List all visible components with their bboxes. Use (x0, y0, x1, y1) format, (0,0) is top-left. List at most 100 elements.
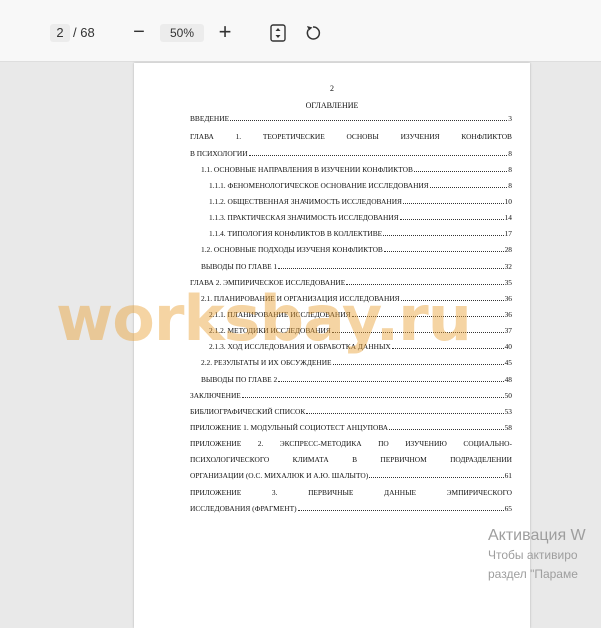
toc-entry[interactable]: 2.1.1. ПЛАНИРОВАНИЕ ИССЛЕДОВАНИЯ 36 (209, 310, 512, 320)
toc-entry[interactable]: 1.2. ОСНОВНЫЕ ПОДХОДЫ ИЗУЧЕНЯ КОНФЛИКТОВ… (201, 245, 512, 255)
zoom-in-button[interactable]: + (213, 19, 237, 45)
toc-leader (400, 294, 504, 301)
toc-entry[interactable]: ЗАКЛЮЧЕНИЕ 50 (190, 391, 512, 401)
toc-entry-title: ГЛАВА 2. ЭМПИРИЧЕСКОЕ ИССЛЕДОВАНИЕ (190, 278, 346, 287)
toc-entry-page: 53 (504, 407, 512, 416)
toc-entry-page: 40 (504, 342, 512, 351)
fit-page-button[interactable] (269, 23, 287, 43)
toc-entry-title: 2.2. РЕЗУЛЬТАТЫ И ИХ ОБСУЖДЕНИЕ (201, 358, 332, 367)
toc-entry[interactable]: ВВЕДЕНИЕ 3 (190, 114, 512, 124)
toc-entry-page: 28 (504, 245, 512, 254)
zoom-level[interactable]: 50% (160, 24, 204, 42)
toc-entry-title: 1.2. ОСНОВНЫЕ ПОДХОДЫ ИЗУЧЕНЯ КОНФЛИКТОВ (201, 245, 383, 254)
toc-entry-title: ВЫВОДЫ ПО ГЛАВЕ 2 (201, 375, 278, 384)
toc-entry[interactable]: ВЫВОДЫ ПО ГЛАВЕ 2 48 (201, 375, 512, 385)
toc-leader (230, 114, 508, 121)
total-pages: / 68 (73, 25, 95, 40)
toc-entry-page: 8 (508, 165, 512, 174)
toc-leader (389, 423, 504, 430)
toc-entry-title: 1.1.1. ФЕНОМЕНОЛОГИЧЕСКОЕ ОСНОВАНИЕ ИССЛ… (209, 181, 429, 190)
toc-entry-page: 61 (504, 471, 512, 480)
toc-entry[interactable]: 1.1. ОСНОВНЫЕ НАПРАВЛЕНИЯ В ИЗУЧЕНИИ КОН… (201, 165, 512, 175)
toc-entry-title: БИБЛИОГРАФИЧЕСКИЙ СПИСОК (190, 407, 306, 416)
toc-entry[interactable]: 1.1.4. ТИПОЛОГИЯ КОНФЛИКТОВ В КОЛЛЕКТИВЕ… (209, 229, 512, 239)
toc-entry-title: ЗАКЛЮЧЕНИЕ (190, 391, 241, 400)
toc-entry[interactable]: 2.2. РЕЗУЛЬТАТЫ И ИХ ОБСУЖДЕНИЕ 45 (201, 358, 512, 368)
toc-entry-title: 2.1.1. ПЛАНИРОВАНИЕ ИССЛЕДОВАНИЯ (209, 310, 351, 319)
toc-leader (248, 149, 508, 156)
toc-entry-title: ОРГАНИЗАЦИИ (О.С. МИХАЛЮК И А.Ю. ШАЛЫТО) (190, 471, 369, 480)
rotate-icon (306, 26, 321, 40)
toc-entry-page: 36 (504, 294, 512, 303)
toc-leader (332, 358, 504, 365)
toc-entry-title: 1.1. ОСНОВНЫЕ НАПРАВЛЕНИЯ В ИЗУЧЕНИИ КОН… (201, 165, 413, 174)
toc-leader (241, 391, 504, 398)
pdf-toolbar: 2 / 68 − 50% + (0, 0, 601, 62)
toc-leader (351, 310, 504, 317)
toc-entry-title: 2.1.2. МЕТОДИКИ ИССЛЕДОВАНИЯ (209, 326, 331, 335)
current-page-input[interactable]: 2 (50, 24, 70, 42)
toc-entry[interactable]: ВЫВОДЫ ПО ГЛАВЕ 1 32 (201, 262, 512, 272)
fit-page-icon (270, 24, 286, 42)
toc-entry-title: 1.1.3. ПРАКТИЧЕСКАЯ ЗНАЧИМОСТЬ ИССЛЕДОВА… (209, 213, 399, 222)
toc-entry-page: 32 (504, 262, 512, 271)
toc-entry[interactable]: ОРГАНИЗАЦИИ (О.С. МИХАЛЮК И А.Ю. ШАЛЫТО)… (190, 471, 512, 481)
toc-entry-title: 1.1.2. ОБЩЕСТВЕННАЯ ЗНАЧИМОСТЬ ИССЛЕДОВА… (209, 197, 402, 206)
toc-entry-title: 1.1.4. ТИПОЛОГИЯ КОНФЛИКТОВ В КОЛЛЕКТИВЕ (209, 229, 383, 238)
toc-leader (383, 229, 504, 236)
toc-leader (413, 165, 508, 172)
toc-entry-page: 35 (504, 278, 512, 287)
toc-leader (278, 262, 504, 269)
toc-leader (297, 504, 504, 511)
toc-entry-page: 3 (508, 114, 512, 123)
toc-entry-title: ВВЕДЕНИЕ (190, 114, 230, 123)
toc-entry[interactable]: ПРИЛОЖЕНИЕ 1. МОДУЛЬНЫЙ СОЦИОТЕСТ АНЦУПО… (190, 423, 512, 433)
toc-entry[interactable]: ГЛАВА 2. ЭМПИРИЧЕСКОЕ ИССЛЕДОВАНИЕ 35 (190, 278, 512, 288)
page-number: 2 (330, 84, 334, 93)
toc-entry-title[interactable]: ГЛАВА 1. ТЕОРЕТИЧЕСКИЕ ОСНОВЫ ИЗУЧЕНИЯ К… (190, 132, 512, 142)
toc-entry[interactable]: ИССЛЕДОВАНИЯ (ФРАГМЕНТ) 65 (190, 504, 512, 514)
toc-entry[interactable]: В ПСИХОЛОГИИ 8 (190, 149, 512, 159)
toc-entry-title: В ПСИХОЛОГИИ (190, 149, 248, 158)
toc-entry[interactable]: БИБЛИОГРАФИЧЕСКИЙ СПИСОК 53 (190, 407, 512, 417)
toc-entry[interactable]: 1.1.3. ПРАКТИЧЕСКАЯ ЗНАЧИМОСТЬ ИССЛЕДОВА… (209, 213, 512, 223)
zoom-out-button[interactable]: − (128, 20, 150, 44)
toc-entry[interactable]: 1.1.1. ФЕНОМЕНОЛОГИЧЕСКОЕ ОСНОВАНИЕ ИССЛ… (209, 181, 512, 191)
toc-entry-title: ПРИЛОЖЕНИЕ 1. МОДУЛЬНЫЙ СОЦИОТЕСТ АНЦУПО… (190, 423, 389, 432)
toc-entry-title[interactable]: ПРИЛОЖЕНИЕ 3. ПЕРВИЧНЫЕ ДАННЫЕ ЭМПИРИЧЕС… (190, 488, 512, 498)
rotate-button[interactable] (304, 23, 322, 43)
toc-leader (369, 471, 504, 478)
toc-leader (331, 326, 504, 333)
toc-entry[interactable]: 2.1. ПЛАНИРОВАНИЕ И ОРГАНИЗАЦИЯ ИССЛЕДОВ… (201, 294, 512, 304)
windows-activation-notice: Активация W Чтобы активиро раздел "Парам… (488, 526, 586, 584)
toc-entry-page: 65 (504, 504, 512, 513)
document-page: 2 ОГЛАВЛЕНИЕ ВВЕДЕНИЕ 3 ГЛАВА 1. ТЕОРЕТИ… (134, 63, 530, 628)
toc-entry-title[interactable]: ПРИЛОЖЕНИЕ 2. ЭКСПРЕСС-МЕТОДИКА ПО ИЗУЧЕ… (190, 439, 512, 449)
toc-entry-title: 2.1. ПЛАНИРОВАНИЕ И ОРГАНИЗАЦИЯ ИССЛЕДОВ… (201, 294, 400, 303)
toc-leader (346, 278, 504, 285)
toc-entry-page: 10 (504, 197, 512, 206)
toc-leader (399, 213, 504, 220)
toc-entry-title: ВЫВОДЫ ПО ГЛАВЕ 1 (201, 262, 278, 271)
toc-entry-page: 58 (504, 423, 512, 432)
toc-entry-page: 14 (504, 213, 512, 222)
toc-leader (391, 342, 504, 349)
toc-entry-page: 37 (504, 326, 512, 335)
toc-entry[interactable]: 2.1.2. МЕТОДИКИ ИССЛЕДОВАНИЯ 37 (209, 326, 512, 336)
toc-entry-page: 17 (504, 229, 512, 238)
toc-entry-page: 36 (504, 310, 512, 319)
activation-line: Чтобы активиро (488, 548, 578, 562)
toc-entry[interactable]: 1.1.2. ОБЩЕСТВЕННАЯ ЗНАЧИМОСТЬ ИССЛЕДОВА… (209, 197, 512, 207)
toc-leader (402, 197, 504, 204)
toc-entry-title[interactable]: ПСИХОЛОГИЧЕСКОГО КЛИМАТА В ПЕРВИЧНОМ ПОД… (190, 455, 512, 465)
toc-entry-title: 2.1.3. ХОД ИССЛЕДОВАНИЯ И ОБРАБОТКА ДАНН… (209, 342, 391, 351)
toc-leader (383, 245, 504, 252)
toc-leader (429, 181, 508, 188)
toc-entry-page: 50 (504, 391, 512, 400)
toc-leader (278, 375, 504, 382)
toc-entry[interactable]: 2.1.3. ХОД ИССЛЕДОВАНИЯ И ОБРАБОТКА ДАНН… (209, 342, 512, 352)
toc-entry-title: ИССЛЕДОВАНИЯ (ФРАГМЕНТ) (190, 504, 297, 513)
toc-leader (306, 407, 504, 414)
toc-entry-page: 8 (508, 181, 512, 190)
toc-heading: ОГЛАВЛЕНИЕ (305, 101, 359, 110)
